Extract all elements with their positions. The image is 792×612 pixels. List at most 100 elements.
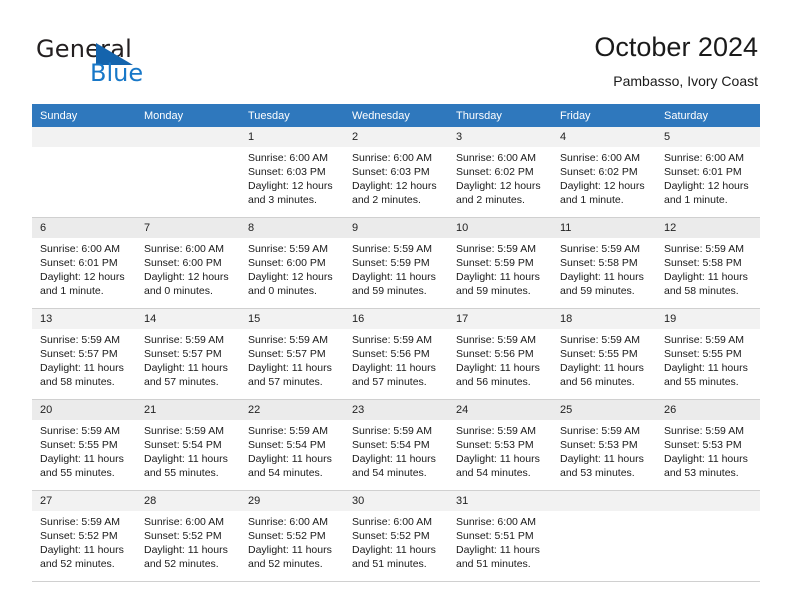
calendar-day-cell[interactable]: 17 Sunrise: 5:59 AM Sunset: 5:56 PM Dayligh… (448, 308, 552, 400)
daylight-text: and 58 minutes. (664, 285, 739, 297)
sunset-text: Sunset: 5:57 PM (40, 348, 118, 360)
calendar-day-cell[interactable]: 19 Sunrise: 5:59 AM Sunset: 5:55 PM Dayligh… (656, 308, 760, 400)
day-cell-content: 13 Sunrise: 5:59 AM Sunset: 5:57 PM Dayligh… (32, 309, 136, 399)
day-number: 28 (136, 491, 240, 511)
day-cell-content: 10 Sunrise: 5:59 AM Sunset: 5:59 PM Dayligh… (448, 218, 552, 308)
day-detail-lines: Sunrise: 6:00 AM Sunset: 6:00 PM Daylight:… (136, 238, 240, 298)
brand-logo[interactable]: General Blue (36, 36, 296, 88)
sunrise-text: Sunrise: 6:00 AM (352, 152, 432, 164)
daylight-text: and 3 minutes. (248, 194, 317, 206)
calendar-day-cell[interactable]: 26 Sunrise: 5:59 AM Sunset: 5:53 PM Dayligh… (656, 399, 760, 491)
day-number: 24 (448, 400, 552, 420)
day-cell-content: 20 Sunrise: 5:59 AM Sunset: 5:55 PM Dayligh… (32, 400, 136, 490)
sunrise-text: Sunrise: 5:59 AM (40, 425, 120, 437)
day-cell-content: 27 Sunrise: 5:59 AM Sunset: 5:52 PM Dayligh… (32, 491, 136, 581)
sunrise-text: Sunrise: 5:59 AM (248, 334, 328, 346)
calendar-day-cell[interactable]: 13 Sunrise: 5:59 AM Sunset: 5:57 PM Dayligh… (32, 308, 136, 400)
day-cell-content: 3 Sunrise: 6:00 AM Sunset: 6:02 PM Daylight… (448, 127, 552, 217)
day-number: 5 (656, 127, 760, 147)
calendar-day-cell[interactable]: 14 Sunrise: 5:59 AM Sunset: 5:57 PM Dayligh… (136, 308, 240, 400)
daylight-text: Daylight: 11 hours (352, 544, 436, 556)
daylight-text: and 54 minutes. (456, 467, 531, 479)
calendar-day-cell[interactable]: 12 Sunrise: 5:59 AM Sunset: 5:58 PM Dayligh… (656, 217, 760, 309)
sunrise-text: Sunrise: 6:00 AM (456, 516, 536, 528)
calendar-day-cell[interactable]: 24 Sunrise: 5:59 AM Sunset: 5:53 PM Dayligh… (448, 399, 552, 491)
daylight-text: and 58 minutes. (40, 376, 115, 388)
day-cell-content: 28 Sunrise: 6:00 AM Sunset: 5:52 PM Dayligh… (136, 491, 240, 581)
day-detail-lines (656, 511, 760, 515)
day-cell-content: 30 Sunrise: 6:00 AM Sunset: 5:52 PM Dayligh… (344, 491, 448, 581)
calendar-day-cell[interactable]: 31 Sunrise: 6:00 AM Sunset: 5:51 PM Dayligh… (448, 490, 552, 582)
calendar-day-cell[interactable]: 1 Sunrise: 6:00 AM Sunset: 6:03 PM Daylight… (240, 127, 344, 218)
day-number: 8 (240, 218, 344, 238)
calendar-day-cell[interactable] (136, 127, 240, 218)
day-detail-lines: Sunrise: 5:59 AM Sunset: 5:57 PM Daylight:… (136, 329, 240, 389)
day-cell-content: 26 Sunrise: 5:59 AM Sunset: 5:53 PM Dayligh… (656, 400, 760, 490)
sunset-text: Sunset: 5:59 PM (456, 257, 534, 269)
day-detail-lines: Sunrise: 5:59 AM Sunset: 5:53 PM Daylight:… (552, 420, 656, 480)
sunset-text: Sunset: 6:01 PM (664, 166, 742, 178)
day-cell-content: 18 Sunrise: 5:59 AM Sunset: 5:55 PM Dayligh… (552, 309, 656, 399)
calendar-day-cell[interactable]: 2 Sunrise: 6:00 AM Sunset: 6:03 PM Daylight… (344, 127, 448, 218)
calendar-day-cell[interactable]: 16 Sunrise: 5:59 AM Sunset: 5:56 PM Dayligh… (344, 308, 448, 400)
calendar-body: 1 Sunrise: 6:00 AM Sunset: 6:03 PM Daylight… (32, 127, 760, 582)
day-number: 11 (552, 218, 656, 238)
day-cell-content (656, 491, 760, 581)
sunrise-text: Sunrise: 5:59 AM (352, 425, 432, 437)
daylight-text: Daylight: 11 hours (664, 362, 748, 374)
sunrise-text: Sunrise: 5:59 AM (248, 425, 328, 437)
calendar-week-row: 27 Sunrise: 5:59 AM Sunset: 5:52 PM Dayligh… (32, 490, 760, 582)
sunrise-text: Sunrise: 5:59 AM (664, 243, 744, 255)
day-detail-lines: Sunrise: 6:00 AM Sunset: 6:03 PM Daylight:… (344, 147, 448, 207)
calendar-day-cell[interactable]: 15 Sunrise: 5:59 AM Sunset: 5:57 PM Dayligh… (240, 308, 344, 400)
calendar-day-cell[interactable]: 5 Sunrise: 6:00 AM Sunset: 6:01 PM Daylight… (656, 127, 760, 218)
calendar-day-cell[interactable]: 27 Sunrise: 5:59 AM Sunset: 5:52 PM Dayligh… (32, 490, 136, 582)
calendar-day-cell[interactable]: 11 Sunrise: 5:59 AM Sunset: 5:58 PM Dayligh… (552, 217, 656, 309)
calendar-day-cell[interactable]: 7 Sunrise: 6:00 AM Sunset: 6:00 PM Daylight… (136, 217, 240, 309)
day-cell-content: 4 Sunrise: 6:00 AM Sunset: 6:02 PM Daylight… (552, 127, 656, 217)
calendar-day-cell[interactable]: 10 Sunrise: 5:59 AM Sunset: 5:59 PM Dayligh… (448, 217, 552, 309)
day-detail-lines: Sunrise: 6:00 AM Sunset: 5:52 PM Daylight:… (344, 511, 448, 571)
calendar-day-cell[interactable]: 22 Sunrise: 5:59 AM Sunset: 5:54 PM Dayligh… (240, 399, 344, 491)
daylight-text: Daylight: 11 hours (248, 544, 332, 556)
calendar-day-cell[interactable] (552, 490, 656, 582)
day-number: 2 (344, 127, 448, 147)
daylight-text: Daylight: 11 hours (352, 271, 436, 283)
daylight-text: Daylight: 11 hours (40, 362, 124, 374)
daylight-text: Daylight: 12 hours (560, 180, 645, 192)
calendar-day-cell[interactable]: 9 Sunrise: 5:59 AM Sunset: 5:59 PM Daylight… (344, 217, 448, 309)
day-cell-content: 1 Sunrise: 6:00 AM Sunset: 6:03 PM Daylight… (240, 127, 344, 217)
calendar-day-cell[interactable]: 18 Sunrise: 5:59 AM Sunset: 5:55 PM Dayligh… (552, 308, 656, 400)
calendar-day-cell[interactable]: 20 Sunrise: 5:59 AM Sunset: 5:55 PM Dayligh… (32, 399, 136, 491)
day-cell-content: 29 Sunrise: 6:00 AM Sunset: 5:52 PM Dayligh… (240, 491, 344, 581)
calendar-day-cell[interactable] (656, 490, 760, 582)
calendar-day-cell[interactable]: 3 Sunrise: 6:00 AM Sunset: 6:02 PM Daylight… (448, 127, 552, 218)
calendar-day-cell[interactable] (32, 127, 136, 218)
daylight-text: Daylight: 11 hours (560, 453, 644, 465)
day-detail-lines: Sunrise: 5:59 AM Sunset: 5:54 PM Daylight:… (136, 420, 240, 480)
calendar-day-cell[interactable]: 8 Sunrise: 5:59 AM Sunset: 6:00 PM Daylight… (240, 217, 344, 309)
sunset-text: Sunset: 5:52 PM (352, 530, 430, 542)
day-detail-lines: Sunrise: 6:00 AM Sunset: 6:02 PM Daylight:… (448, 147, 552, 207)
sunrise-text: Sunrise: 5:59 AM (560, 425, 640, 437)
calendar-day-cell[interactable]: 21 Sunrise: 5:59 AM Sunset: 5:54 PM Dayligh… (136, 399, 240, 491)
page-subtitle: Pambasso, Ivory Coast (613, 73, 758, 89)
sunset-text: Sunset: 5:57 PM (248, 348, 326, 360)
calendar-day-cell[interactable]: 28 Sunrise: 6:00 AM Sunset: 5:52 PM Dayligh… (136, 490, 240, 582)
calendar-day-cell[interactable]: 30 Sunrise: 6:00 AM Sunset: 5:52 PM Dayligh… (344, 490, 448, 582)
sunrise-text: Sunrise: 6:00 AM (248, 152, 328, 164)
day-cell-content: 5 Sunrise: 6:00 AM Sunset: 6:01 PM Daylight… (656, 127, 760, 217)
day-detail-lines: Sunrise: 5:59 AM Sunset: 5:57 PM Daylight:… (32, 329, 136, 389)
calendar-day-cell[interactable]: 25 Sunrise: 5:59 AM Sunset: 5:53 PM Dayligh… (552, 399, 656, 491)
day-number (552, 491, 656, 511)
weekday-header-thursday: Thursday (448, 104, 552, 127)
calendar-day-cell[interactable]: 29 Sunrise: 6:00 AM Sunset: 5:52 PM Dayligh… (240, 490, 344, 582)
calendar-day-cell[interactable]: 23 Sunrise: 5:59 AM Sunset: 5:54 PM Dayligh… (344, 399, 448, 491)
calendar-day-cell[interactable]: 4 Sunrise: 6:00 AM Sunset: 6:02 PM Daylight… (552, 127, 656, 218)
day-number: 12 (656, 218, 760, 238)
calendar-week-row: 20 Sunrise: 5:59 AM Sunset: 5:55 PM Dayligh… (32, 399, 760, 491)
day-cell-content: 23 Sunrise: 5:59 AM Sunset: 5:54 PM Dayligh… (344, 400, 448, 490)
calendar-day-cell[interactable]: 6 Sunrise: 6:00 AM Sunset: 6:01 PM Daylight… (32, 217, 136, 309)
day-cell-content: 7 Sunrise: 6:00 AM Sunset: 6:00 PM Daylight… (136, 218, 240, 308)
sunset-text: Sunset: 5:57 PM (144, 348, 222, 360)
